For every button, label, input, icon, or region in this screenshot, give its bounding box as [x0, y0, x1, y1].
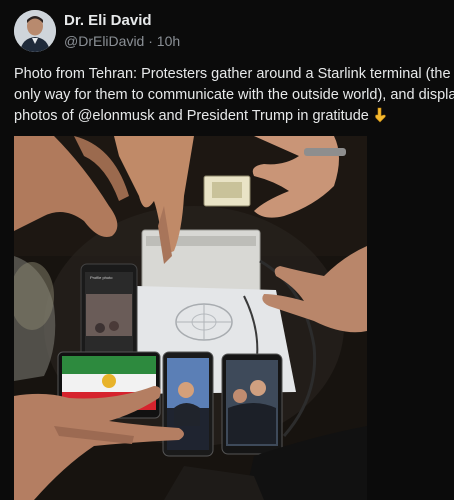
pointing-down-hand-icon	[373, 107, 387, 123]
starlink-protest-photo: Profile photo	[14, 136, 367, 500]
phone-header-text: Profile photo	[90, 275, 113, 280]
post-text-line-2: only way for them to communicate with th…	[14, 87, 454, 103]
post-text-line-3-end: and President Trump in gratitude	[154, 108, 369, 124]
author-meta: @DrEliDavid · 10h	[64, 33, 180, 49]
post-card: Dr. Eli David @DrEliDavid · 10h Photo fr…	[0, 0, 454, 500]
meta-separator: ·	[148, 33, 153, 49]
post-photo[interactable]: Profile photo	[14, 136, 367, 500]
post-text-line-3: photos of @elonmusk and President Trump …	[14, 106, 444, 127]
post-text-line-1: Photo from Tehran: Protesters gather aro…	[14, 66, 451, 82]
avatar[interactable]	[14, 10, 56, 52]
post-text: Photo from Tehran: Protesters gather aro…	[14, 64, 454, 127]
avatar-image	[14, 10, 56, 52]
author-handle[interactable]: @DrEliDavid	[64, 33, 144, 49]
post-time[interactable]: 10h	[157, 33, 180, 49]
post-text-line-3-start: photos of	[14, 108, 78, 124]
author-name[interactable]: Dr. Eli David	[64, 12, 152, 29]
mention-link[interactable]: @elonmusk	[78, 108, 155, 124]
